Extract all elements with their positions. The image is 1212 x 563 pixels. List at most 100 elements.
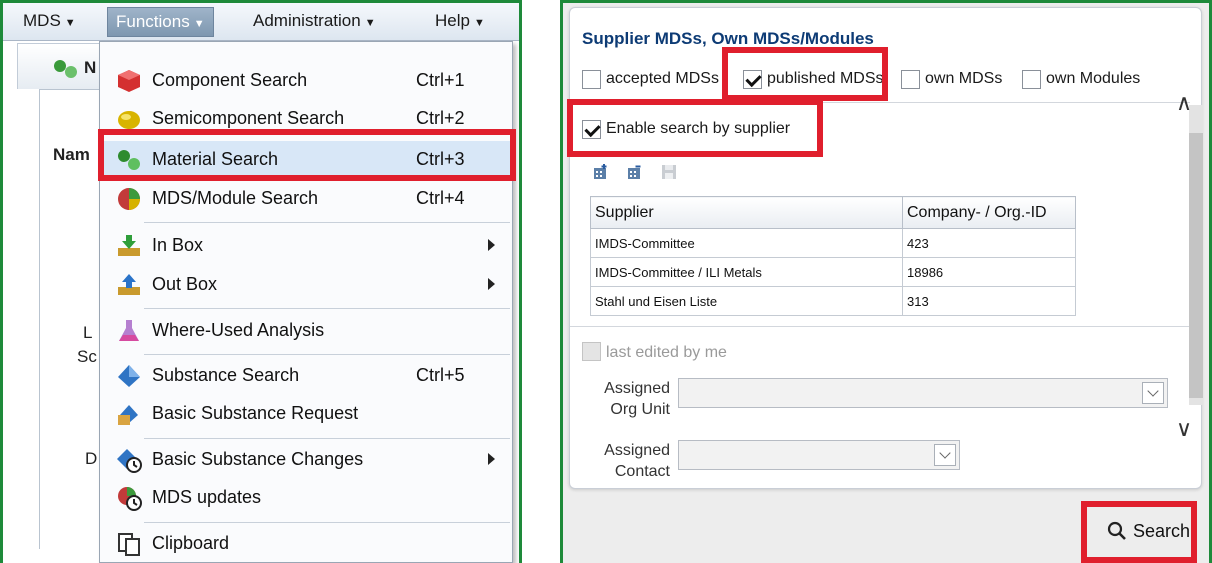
menu-item-mds-module-search[interactable]: MDS/Module Search Ctrl+4 (100, 180, 512, 218)
menu-item-mds-updates[interactable]: MDS updates (100, 479, 512, 517)
caret-down-icon: ▼ (64, 17, 76, 29)
table-header-row: Supplier Company- / Org.-ID (590, 196, 1076, 229)
chevron-down-icon[interactable] (934, 444, 956, 466)
menu-mds-label: MDS (23, 11, 61, 30)
menu-item-shortcut: Ctrl+2 (416, 108, 465, 128)
scroll-down-icon[interactable]: ∨ (1176, 416, 1192, 442)
company-id-cell: 18986 (902, 257, 1076, 287)
menu-item-label: Out Box (152, 274, 218, 294)
menu-item-label: Where-Used Analysis (152, 320, 325, 340)
clipboard-icon (118, 533, 140, 556)
menu-item-label: Basic Substance Changes (152, 449, 364, 469)
caret-down-icon: ▼ (193, 18, 205, 30)
multicolor-sphere-icon (118, 188, 140, 210)
save-disk-icon[interactable] (660, 163, 678, 181)
assigned-org-unit-label: Assigned Org Unit (590, 378, 670, 420)
right-screenshot-panel: Supplier MDSs, Own MDSs/Modules accepted… (560, 0, 1212, 563)
menu-item-basic-substance-changes[interactable]: Basic Substance Changes (100, 441, 512, 479)
menu-help[interactable]: Help ▼ (435, 11, 485, 31)
accepted-mdss-checkbox[interactable] (582, 70, 601, 89)
highlight-box-search-button (1081, 501, 1197, 563)
background-fragment: Sc (77, 347, 97, 366)
assigned-org-unit-label-line2: Org Unit (610, 401, 670, 418)
menu-item-label: Component Search (152, 70, 308, 90)
supplier-cell: IMDS-Committee (590, 228, 903, 258)
company-id-cell: 423 (902, 228, 1076, 258)
menu-item-shortcut: Ctrl+4 (416, 188, 465, 208)
menu-item-basic-substance-request[interactable]: Basic Substance Request (100, 395, 512, 433)
menu-item-label: MDS updates (152, 487, 262, 507)
highlight-box-published-mdss (722, 47, 888, 101)
submenu-arrow-icon (488, 239, 495, 251)
mds-updates-icon (118, 487, 142, 511)
own-modules-checkbox[interactable] (1022, 70, 1041, 89)
table-row[interactable]: Stahl und Eisen Liste 313 (590, 286, 1076, 316)
last-edited-by-me-checkbox[interactable] (582, 342, 601, 361)
menu-administration-label: Administration (253, 11, 361, 30)
menu-separator (144, 522, 510, 523)
menu-mds[interactable]: MDS ▼ (23, 11, 76, 31)
chevron-down-icon[interactable] (1142, 382, 1164, 404)
column-header-supplier[interactable]: Supplier (590, 196, 903, 229)
blue-crystal-icon (118, 365, 140, 387)
menu-item-component-search[interactable]: Component Search Ctrl+1 (100, 62, 512, 100)
submenu-arrow-icon (488, 278, 495, 290)
red-cube-icon (118, 70, 140, 92)
supplier-cell: Stahl und Eisen Liste (590, 286, 903, 316)
menu-bar: MDS ▼ Functions ▼ Administration ▼ Help ▼ (3, 3, 519, 41)
substance-request-icon (118, 405, 138, 425)
background-tab-label: N (84, 58, 97, 77)
menu-functions-label: Functions (116, 12, 190, 31)
left-screenshot-panel: MDS ▼ Functions ▼ Administration ▼ Help ▼ N … (0, 0, 522, 563)
own-modules-label: own Modules (1046, 70, 1141, 87)
menu-administration[interactable]: Administration ▼ (253, 11, 376, 31)
table-row[interactable]: IMDS-Committee 423 (590, 228, 1076, 258)
table-row[interactable]: IMDS-Committee / ILI Metals 18986 (590, 257, 1076, 287)
menu-item-shortcut: Ctrl+1 (416, 70, 465, 90)
divider (570, 326, 1190, 327)
background-fragment: D (85, 449, 98, 468)
company-id-cell: 313 (902, 286, 1076, 316)
caret-down-icon: ▼ (364, 17, 376, 29)
submenu-arrow-icon (488, 453, 495, 465)
menu-functions[interactable]: Functions ▼ (107, 7, 214, 37)
menu-separator (144, 222, 510, 223)
menu-item-where-used-analysis[interactable]: Where-Used Analysis (100, 312, 512, 350)
assigned-contact-label: Assigned Contact (590, 440, 670, 486)
scroll-up-icon[interactable]: ∧ (1176, 90, 1192, 116)
panel-title: Supplier MDSs, Own MDSs/Modules (582, 29, 874, 48)
assigned-org-unit-select[interactable] (678, 378, 1168, 408)
flask-icon (119, 320, 139, 341)
assigned-contact-select[interactable] (678, 440, 960, 470)
substance-changes-icon (117, 449, 142, 473)
scrollbar-thumb[interactable] (1189, 133, 1203, 398)
last-edited-by-me-label: last edited by me (606, 344, 727, 361)
assigned-contact-label-line2: Contact (614, 463, 670, 480)
add-supplier-icon[interactable] (592, 163, 610, 181)
supplier-cell: IMDS-Committee / ILI Metals (590, 257, 903, 287)
background-fragment: L (83, 323, 93, 342)
menu-item-substance-search[interactable]: Substance Search Ctrl+5 (100, 357, 512, 395)
menu-item-shortcut: Ctrl+5 (416, 365, 465, 385)
caret-down-icon: ▼ (473, 17, 485, 29)
menu-item-in-box[interactable]: In Box (100, 227, 512, 265)
menu-separator (144, 438, 510, 439)
menu-separator (144, 354, 510, 355)
remove-supplier-icon[interactable] (626, 163, 644, 181)
menu-help-label: Help (435, 11, 470, 30)
menu-item-label: In Box (152, 235, 204, 255)
column-header-company-id[interactable]: Company- / Org.-ID (902, 196, 1076, 229)
menu-item-label: Basic Substance Request (152, 403, 359, 423)
own-mdss-checkbox[interactable] (901, 70, 920, 89)
highlight-box-enable-supplier (567, 99, 823, 157)
menu-item-label: Semicomponent Search (152, 108, 345, 128)
supplier-table: Supplier Company- / Org.-ID IMDS-Committ… (590, 196, 1076, 316)
menu-item-out-box[interactable]: Out Box (100, 266, 512, 304)
menu-item-clipboard[interactable]: Clipboard (100, 525, 512, 563)
functions-dropdown-menu: Component Search Ctrl+1 Semicomponent Se… (99, 41, 513, 563)
assigned-org-unit-label-line1: Assigned (604, 380, 670, 397)
molecule-icon (54, 60, 77, 78)
background-column-label: Nam (53, 145, 90, 164)
assigned-contact-label-line1: Assigned (604, 442, 670, 459)
menu-item-label: MDS/Module Search (152, 188, 319, 208)
